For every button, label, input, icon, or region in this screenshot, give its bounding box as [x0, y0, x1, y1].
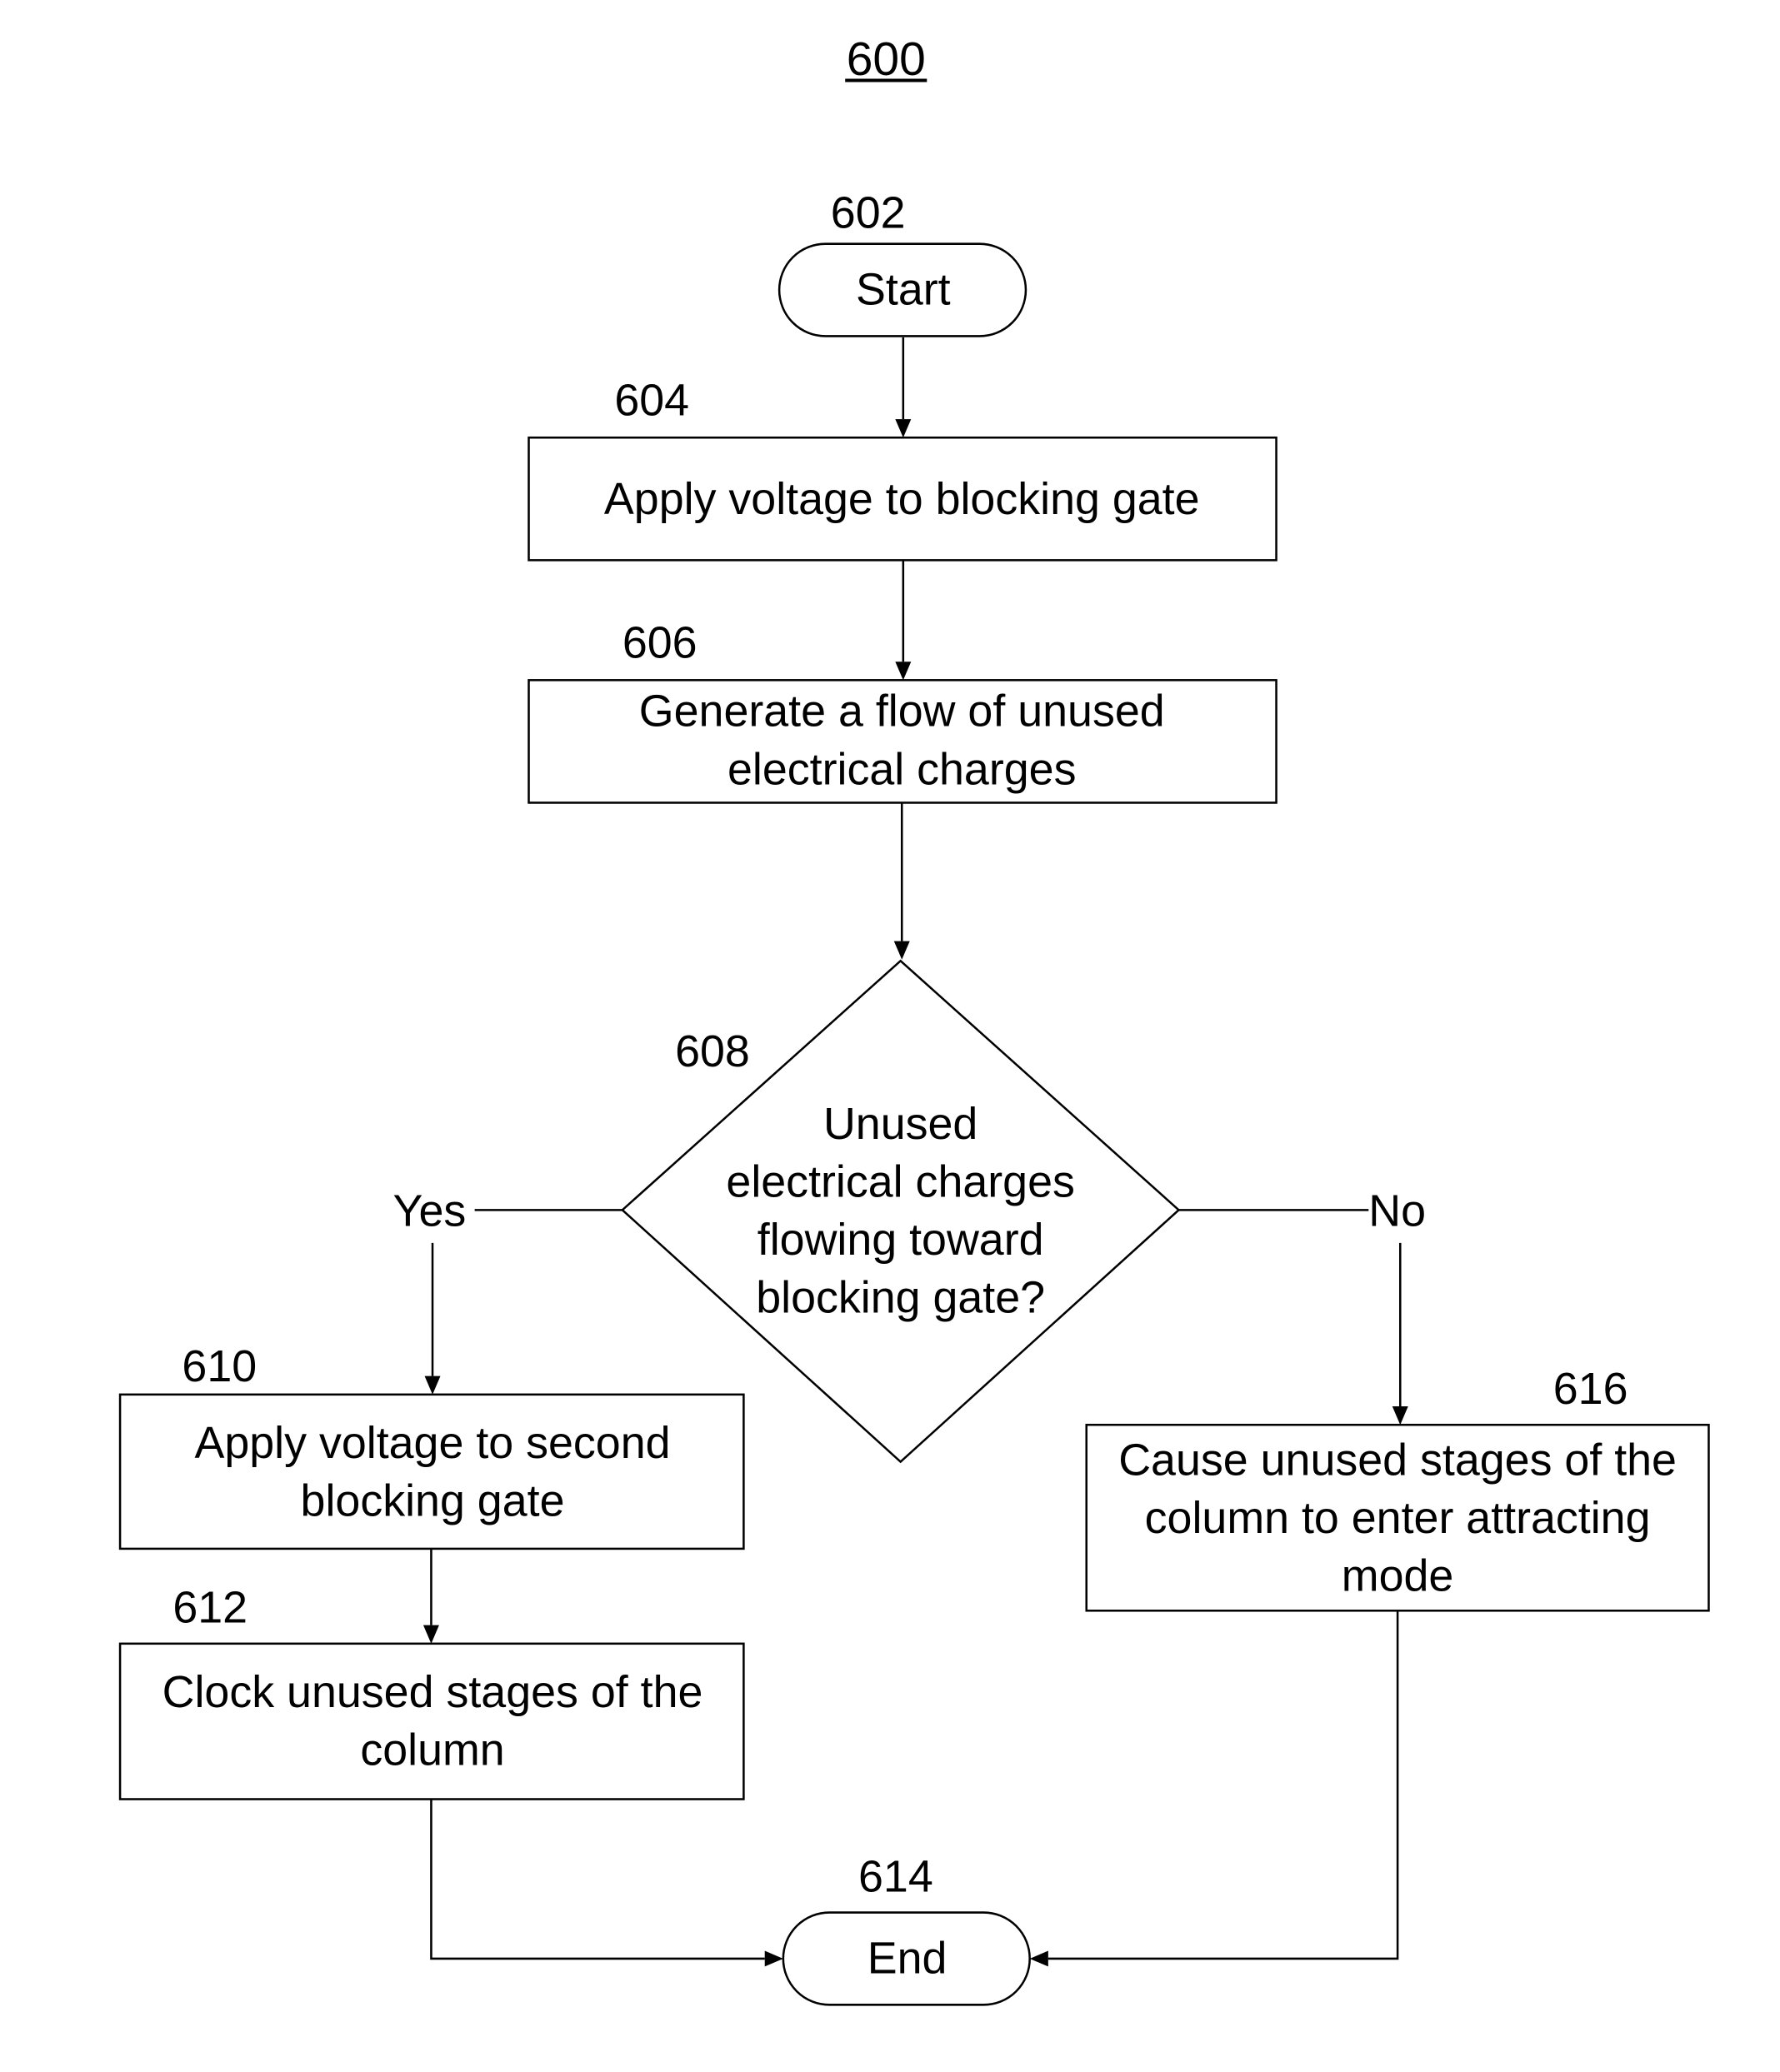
arrowhead-icon	[764, 1950, 783, 1967]
process-box-612-text-line2: column	[360, 1725, 504, 1775]
process-box-606-text-line2: electrical charges	[728, 744, 1076, 794]
start-terminal-text: Start	[856, 264, 951, 314]
process-box-612-text-line1: Clock unused stages of the	[162, 1667, 703, 1717]
process-box-616-text-line2: column to enter attracting	[1145, 1493, 1651, 1543]
connector-616-to-end	[1048, 1610, 1399, 1960]
decision-608-text-line2: electrical charges	[726, 1157, 1075, 1207]
arrowhead-icon	[895, 662, 912, 681]
decision-608-text-line1: Unused	[823, 1099, 978, 1149]
ref-label-616: 616	[1553, 1364, 1628, 1414]
process-box-610-text-line2: blocking gate	[301, 1475, 565, 1525]
connector-612-to-end	[430, 1799, 765, 1960]
ref-label-606: 606	[622, 617, 698, 667]
ref-label-612: 612	[172, 1583, 248, 1633]
no-branch-label: No	[1368, 1186, 1426, 1236]
ref-label-608: 608	[675, 1026, 750, 1076]
arrowhead-icon	[893, 941, 910, 960]
decision-608-text-line3: flowing toward	[758, 1215, 1044, 1265]
end-terminal-text: End	[868, 1933, 948, 1983]
yes-branch-label: Yes	[393, 1186, 467, 1236]
ref-label-610: 610	[182, 1341, 257, 1391]
process-box-616-text-line3: mode	[1342, 1551, 1454, 1601]
figure-number: 600	[847, 32, 926, 86]
arrowhead-icon	[422, 1625, 439, 1644]
decision-608-text-line4: blocking gate?	[756, 1273, 1045, 1323]
ref-label-614: 614	[858, 1851, 933, 1901]
ref-label-602: 602	[831, 188, 906, 238]
process-box-606-text-line1: Generate a flow of unused	[639, 687, 1165, 736]
arrowhead-icon	[895, 419, 912, 438]
process-box-610-text-line1: Apply voltage to second	[194, 1418, 670, 1468]
arrowhead-icon	[1392, 1406, 1408, 1425]
flowchart: 600 602 Start 604 Apply voltage to block…	[118, 32, 1710, 2006]
arrowhead-icon	[424, 1376, 441, 1395]
process-box-604-text: Apply voltage to blocking gate	[604, 474, 1200, 524]
arrowhead-icon	[1029, 1950, 1048, 1967]
ref-label-604: 604	[614, 375, 689, 425]
process-box-616-text-line1: Cause unused stages of the	[1118, 1435, 1677, 1485]
